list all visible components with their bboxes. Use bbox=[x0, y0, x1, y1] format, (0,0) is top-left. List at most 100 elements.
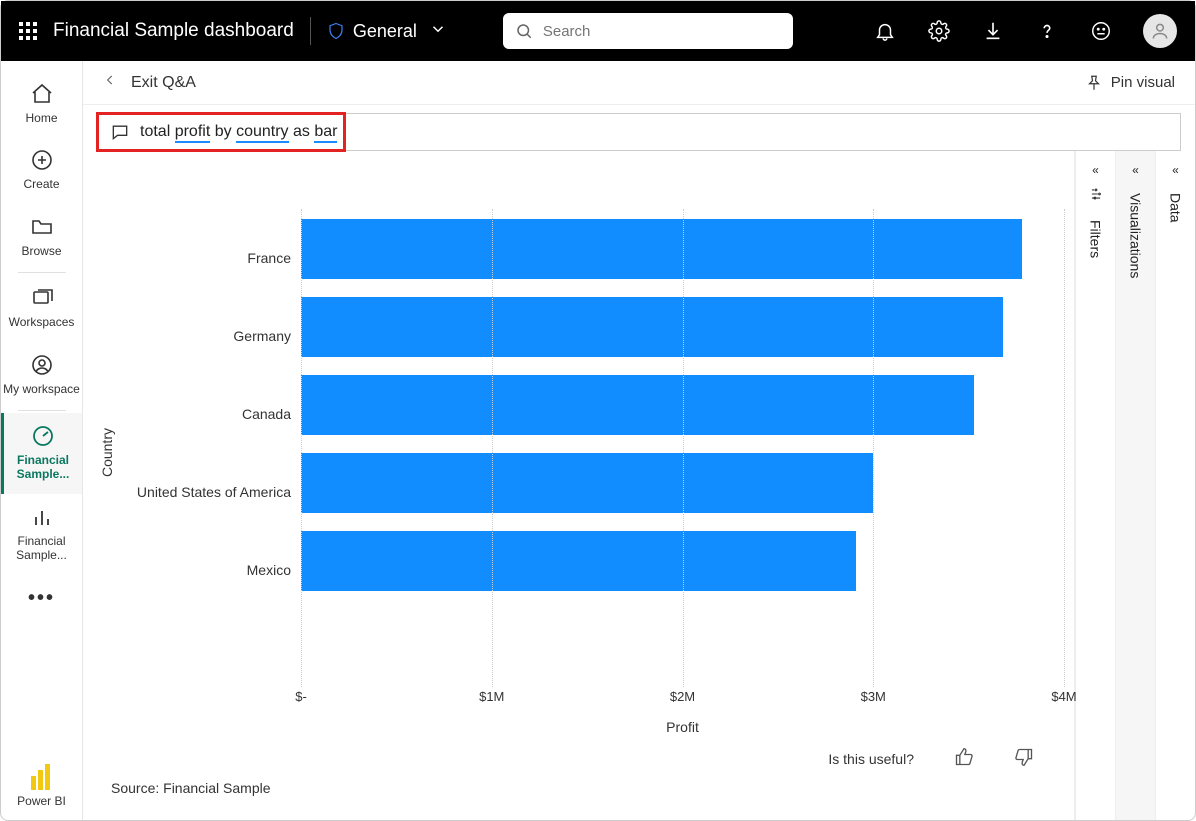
bar[interactable] bbox=[301, 531, 856, 591]
nav-divider bbox=[18, 410, 66, 411]
sensitivity-label[interactable]: General bbox=[327, 19, 447, 44]
chevron-down-icon bbox=[429, 19, 447, 44]
settings-icon[interactable] bbox=[927, 19, 951, 43]
bar[interactable] bbox=[301, 297, 1003, 357]
x-tick: $2M bbox=[670, 689, 695, 704]
feedback-prompt: Is this useful? bbox=[828, 751, 914, 767]
qna-input-bar[interactable]: total profit by country as bar bbox=[97, 113, 1181, 151]
search-icon bbox=[515, 22, 533, 40]
visualizations-pane-toggle[interactable]: « Visualizations bbox=[1115, 151, 1155, 820]
home-icon bbox=[29, 81, 55, 107]
x-axis-ticks: $-$1M$2M$3M$4M bbox=[301, 689, 1064, 709]
gridline bbox=[873, 209, 874, 687]
gridline bbox=[1064, 209, 1065, 687]
nav-my-workspace[interactable]: My workspace bbox=[1, 342, 82, 408]
powerbi-logo-icon bbox=[31, 764, 53, 790]
nav-create[interactable]: Create bbox=[1, 137, 82, 203]
gridline bbox=[683, 209, 684, 687]
bar-chart-icon bbox=[29, 504, 55, 530]
nav-label: Workspaces bbox=[9, 315, 75, 329]
pane-label: Visualizations bbox=[1128, 193, 1144, 278]
download-icon[interactable] bbox=[981, 19, 1005, 43]
nav-label: Home bbox=[25, 111, 57, 125]
chevron-left-icon: « bbox=[1092, 163, 1099, 177]
search-input[interactable] bbox=[543, 23, 781, 40]
gauge-icon bbox=[30, 423, 56, 449]
dashboard-title: Financial Sample dashboard bbox=[53, 20, 294, 42]
nav-home[interactable]: Home bbox=[1, 71, 82, 137]
search-box[interactable] bbox=[503, 13, 793, 49]
left-nav: Home Create Browse Workspaces My workspa… bbox=[1, 61, 83, 820]
category-label: France bbox=[121, 219, 301, 297]
category-label: Canada bbox=[121, 375, 301, 453]
help-icon[interactable] bbox=[1035, 19, 1059, 43]
breadcrumb-bar: Exit Q&A Pin visual bbox=[83, 61, 1195, 105]
pane-label: Filters bbox=[1088, 220, 1104, 258]
back-button[interactable] bbox=[103, 73, 117, 92]
x-tick: $3M bbox=[861, 689, 886, 704]
y-axis-categories: FranceGermanyCanadaUnited States of Amer… bbox=[121, 169, 301, 737]
pin-visual-button[interactable]: Pin visual bbox=[1085, 74, 1175, 92]
nav-label: Financial Sample... bbox=[4, 453, 82, 482]
nav-financial-sample-report[interactable]: Financial Sample... bbox=[1, 494, 82, 575]
powerbi-brand[interactable]: Power BI bbox=[17, 752, 66, 820]
folder-icon bbox=[29, 214, 55, 240]
search-wrapper bbox=[503, 13, 793, 49]
thumbs-up-button[interactable] bbox=[954, 747, 974, 770]
source-text: Source: Financial Sample bbox=[93, 774, 1064, 810]
filters-pane-toggle[interactable]: « Filters bbox=[1075, 151, 1115, 820]
nav-label: Create bbox=[23, 177, 59, 191]
sensitivity-text: General bbox=[353, 21, 417, 42]
x-tick: $1M bbox=[479, 689, 504, 704]
gridline bbox=[492, 209, 493, 687]
pane-label: Data bbox=[1168, 193, 1184, 223]
chat-icon bbox=[110, 122, 130, 142]
person-circle-icon bbox=[29, 352, 55, 378]
gridline bbox=[301, 209, 302, 687]
category-label: United States of America bbox=[121, 453, 301, 531]
shield-icon bbox=[327, 21, 345, 41]
nav-financial-sample-dashboard[interactable]: Financial Sample... bbox=[1, 413, 82, 494]
x-tick: $- bbox=[295, 689, 307, 704]
separator bbox=[310, 17, 311, 45]
top-icon-bar bbox=[873, 14, 1177, 48]
app-launcher-icon[interactable] bbox=[19, 22, 37, 40]
bar-chart: Country FranceGermanyCanadaUnited States… bbox=[93, 169, 1064, 737]
pin-label: Pin visual bbox=[1111, 74, 1175, 91]
nav-label: Browse bbox=[21, 244, 61, 258]
data-pane-toggle[interactable]: « Data bbox=[1155, 151, 1195, 820]
chevron-left-icon: « bbox=[1132, 163, 1139, 177]
workspaces-icon bbox=[29, 285, 55, 311]
category-label: Germany bbox=[121, 297, 301, 375]
plus-circle-icon bbox=[29, 147, 55, 173]
x-tick: $4M bbox=[1051, 689, 1076, 704]
top-bar: Financial Sample dashboard General bbox=[1, 1, 1195, 61]
filter-icon bbox=[1089, 187, 1103, 204]
exit-qna-link[interactable]: Exit Q&A bbox=[131, 74, 196, 92]
nav-label: My workspace bbox=[3, 382, 80, 396]
chevron-left-icon: « bbox=[1172, 163, 1179, 177]
bar[interactable] bbox=[301, 219, 1022, 279]
bar[interactable] bbox=[301, 453, 873, 513]
main-area: Exit Q&A Pin visual total profit by coun… bbox=[83, 61, 1195, 820]
qna-text: total profit by country as bar bbox=[140, 123, 337, 141]
pin-icon bbox=[1085, 74, 1103, 92]
x-axis-label: Profit bbox=[301, 719, 1064, 735]
y-axis-label: Country bbox=[99, 428, 115, 477]
nav-divider bbox=[18, 272, 66, 273]
chart-canvas: Country FranceGermanyCanadaUnited States… bbox=[83, 151, 1074, 820]
user-avatar[interactable] bbox=[1143, 14, 1177, 48]
notifications-icon[interactable] bbox=[873, 19, 897, 43]
ellipsis-icon: ••• bbox=[29, 585, 55, 611]
nav-browse[interactable]: Browse bbox=[1, 204, 82, 270]
thumbs-down-button[interactable] bbox=[1014, 747, 1034, 770]
nav-label: Financial Sample... bbox=[1, 534, 82, 563]
nav-workspaces[interactable]: Workspaces bbox=[1, 275, 82, 341]
category-label: Mexico bbox=[121, 531, 301, 609]
feedback-row: Is this useful? bbox=[93, 737, 1064, 774]
feedback-icon[interactable] bbox=[1089, 19, 1113, 43]
right-panes: « Filters « Visualizations « Data bbox=[1074, 151, 1195, 820]
plot-area: $-$1M$2M$3M$4M Profit bbox=[301, 169, 1064, 737]
powerbi-label: Power BI bbox=[17, 794, 66, 808]
nav-more[interactable]: ••• bbox=[1, 575, 82, 623]
